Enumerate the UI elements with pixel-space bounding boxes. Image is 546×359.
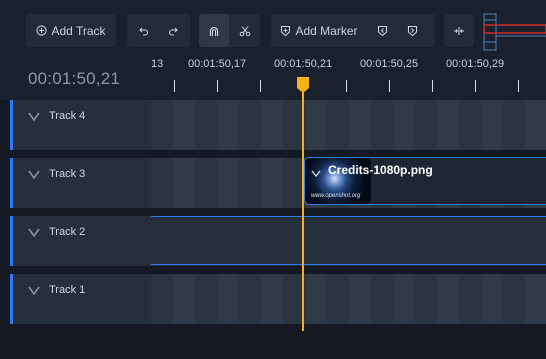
add-track-button[interactable]: Add Track [26, 14, 116, 47]
track-lane-2[interactable] [151, 216, 546, 266]
clip-thumbnail-url: www.openshot.org [311, 193, 361, 199]
chevron-down-icon[interactable] [28, 283, 40, 301]
ruler-label: 00:01:50,21 [274, 58, 333, 70]
timeline-minimap[interactable] [482, 12, 546, 52]
track-lane-1[interactable] [151, 274, 546, 324]
marker-icon [280, 25, 291, 37]
ruler-tick [518, 80, 519, 92]
time-ruler[interactable]: 13 00:01:50,17 00:01:50,21 00:01:50,25 0… [151, 58, 546, 100]
razor-tool-button[interactable] [229, 14, 260, 47]
add-marker-label: Add Marker [295, 23, 358, 38]
ruler-label: 13 [151, 58, 164, 70]
playhead-handle[interactable] [297, 77, 309, 93]
track-name: Track 1 [49, 284, 86, 296]
redo-button[interactable] [158, 14, 189, 47]
playhead-line[interactable] [302, 84, 304, 331]
track-header-2[interactable]: Track 2 [10, 216, 151, 266]
ruler-tick [475, 80, 476, 92]
ruler-label: 00:01:50,17 [188, 58, 247, 70]
add-track-group: Add Track [26, 14, 116, 47]
ruler-tick [346, 80, 347, 92]
lane-border-top [151, 216, 546, 217]
snap-magnet-icon [208, 25, 220, 37]
previous-marker-button[interactable] [367, 14, 397, 47]
next-marker-button[interactable] [397, 14, 427, 47]
current-time-display: 00:01:50,21 [0, 58, 151, 100]
ruler-tick [389, 80, 390, 92]
add-track-label: Add Track [51, 23, 106, 38]
track-name: Track 3 [49, 168, 86, 180]
track-name: Track 4 [49, 110, 86, 122]
ruler-label: 00:01:50,29 [446, 58, 505, 70]
edit-tools-group [199, 14, 260, 47]
timeline-toolbar: Add Track Add Marker [0, 0, 546, 58]
undo-redo-group [127, 14, 190, 47]
chevron-down-icon[interactable] [28, 225, 40, 243]
razor-scissors-icon [239, 25, 251, 37]
marker-group: Add Marker [271, 14, 435, 47]
undo-icon [137, 25, 149, 37]
ruler-tick [260, 80, 261, 92]
track-header-1[interactable]: Track 1 [10, 274, 151, 324]
center-group [444, 14, 474, 47]
track-header-4[interactable]: Track 4 [10, 100, 151, 150]
timeline-clip[interactable]: www.openshot.org Credits-1080p.png [304, 157, 546, 205]
chevron-down-icon[interactable] [28, 109, 40, 127]
center-timeline-button[interactable] [444, 14, 474, 47]
add-marker-button[interactable]: Add Marker [271, 14, 367, 47]
next-marker-icon [407, 25, 418, 37]
ruler-tick [217, 80, 218, 92]
ruler-tick [432, 80, 433, 92]
current-time-text: 00:01:50,21 [28, 69, 121, 88]
ruler-tick [174, 80, 175, 92]
snap-toggle-button[interactable] [199, 14, 229, 47]
undo-button[interactable] [127, 14, 158, 47]
clip-title: Credits-1080p.png [328, 163, 433, 177]
add-track-icon [36, 25, 48, 36]
chevron-down-icon[interactable] [311, 165, 321, 183]
previous-marker-icon [377, 25, 388, 37]
track-name: Track 2 [49, 226, 86, 238]
track-header-3[interactable]: Track 3 [10, 158, 151, 208]
lane-border-bottom [151, 264, 546, 265]
redo-icon [168, 25, 180, 37]
track-lane-4[interactable] [151, 100, 546, 150]
chevron-down-icon[interactable] [28, 167, 40, 185]
center-timeline-icon [453, 25, 465, 37]
ruler-label: 00:01:50,25 [360, 58, 419, 70]
